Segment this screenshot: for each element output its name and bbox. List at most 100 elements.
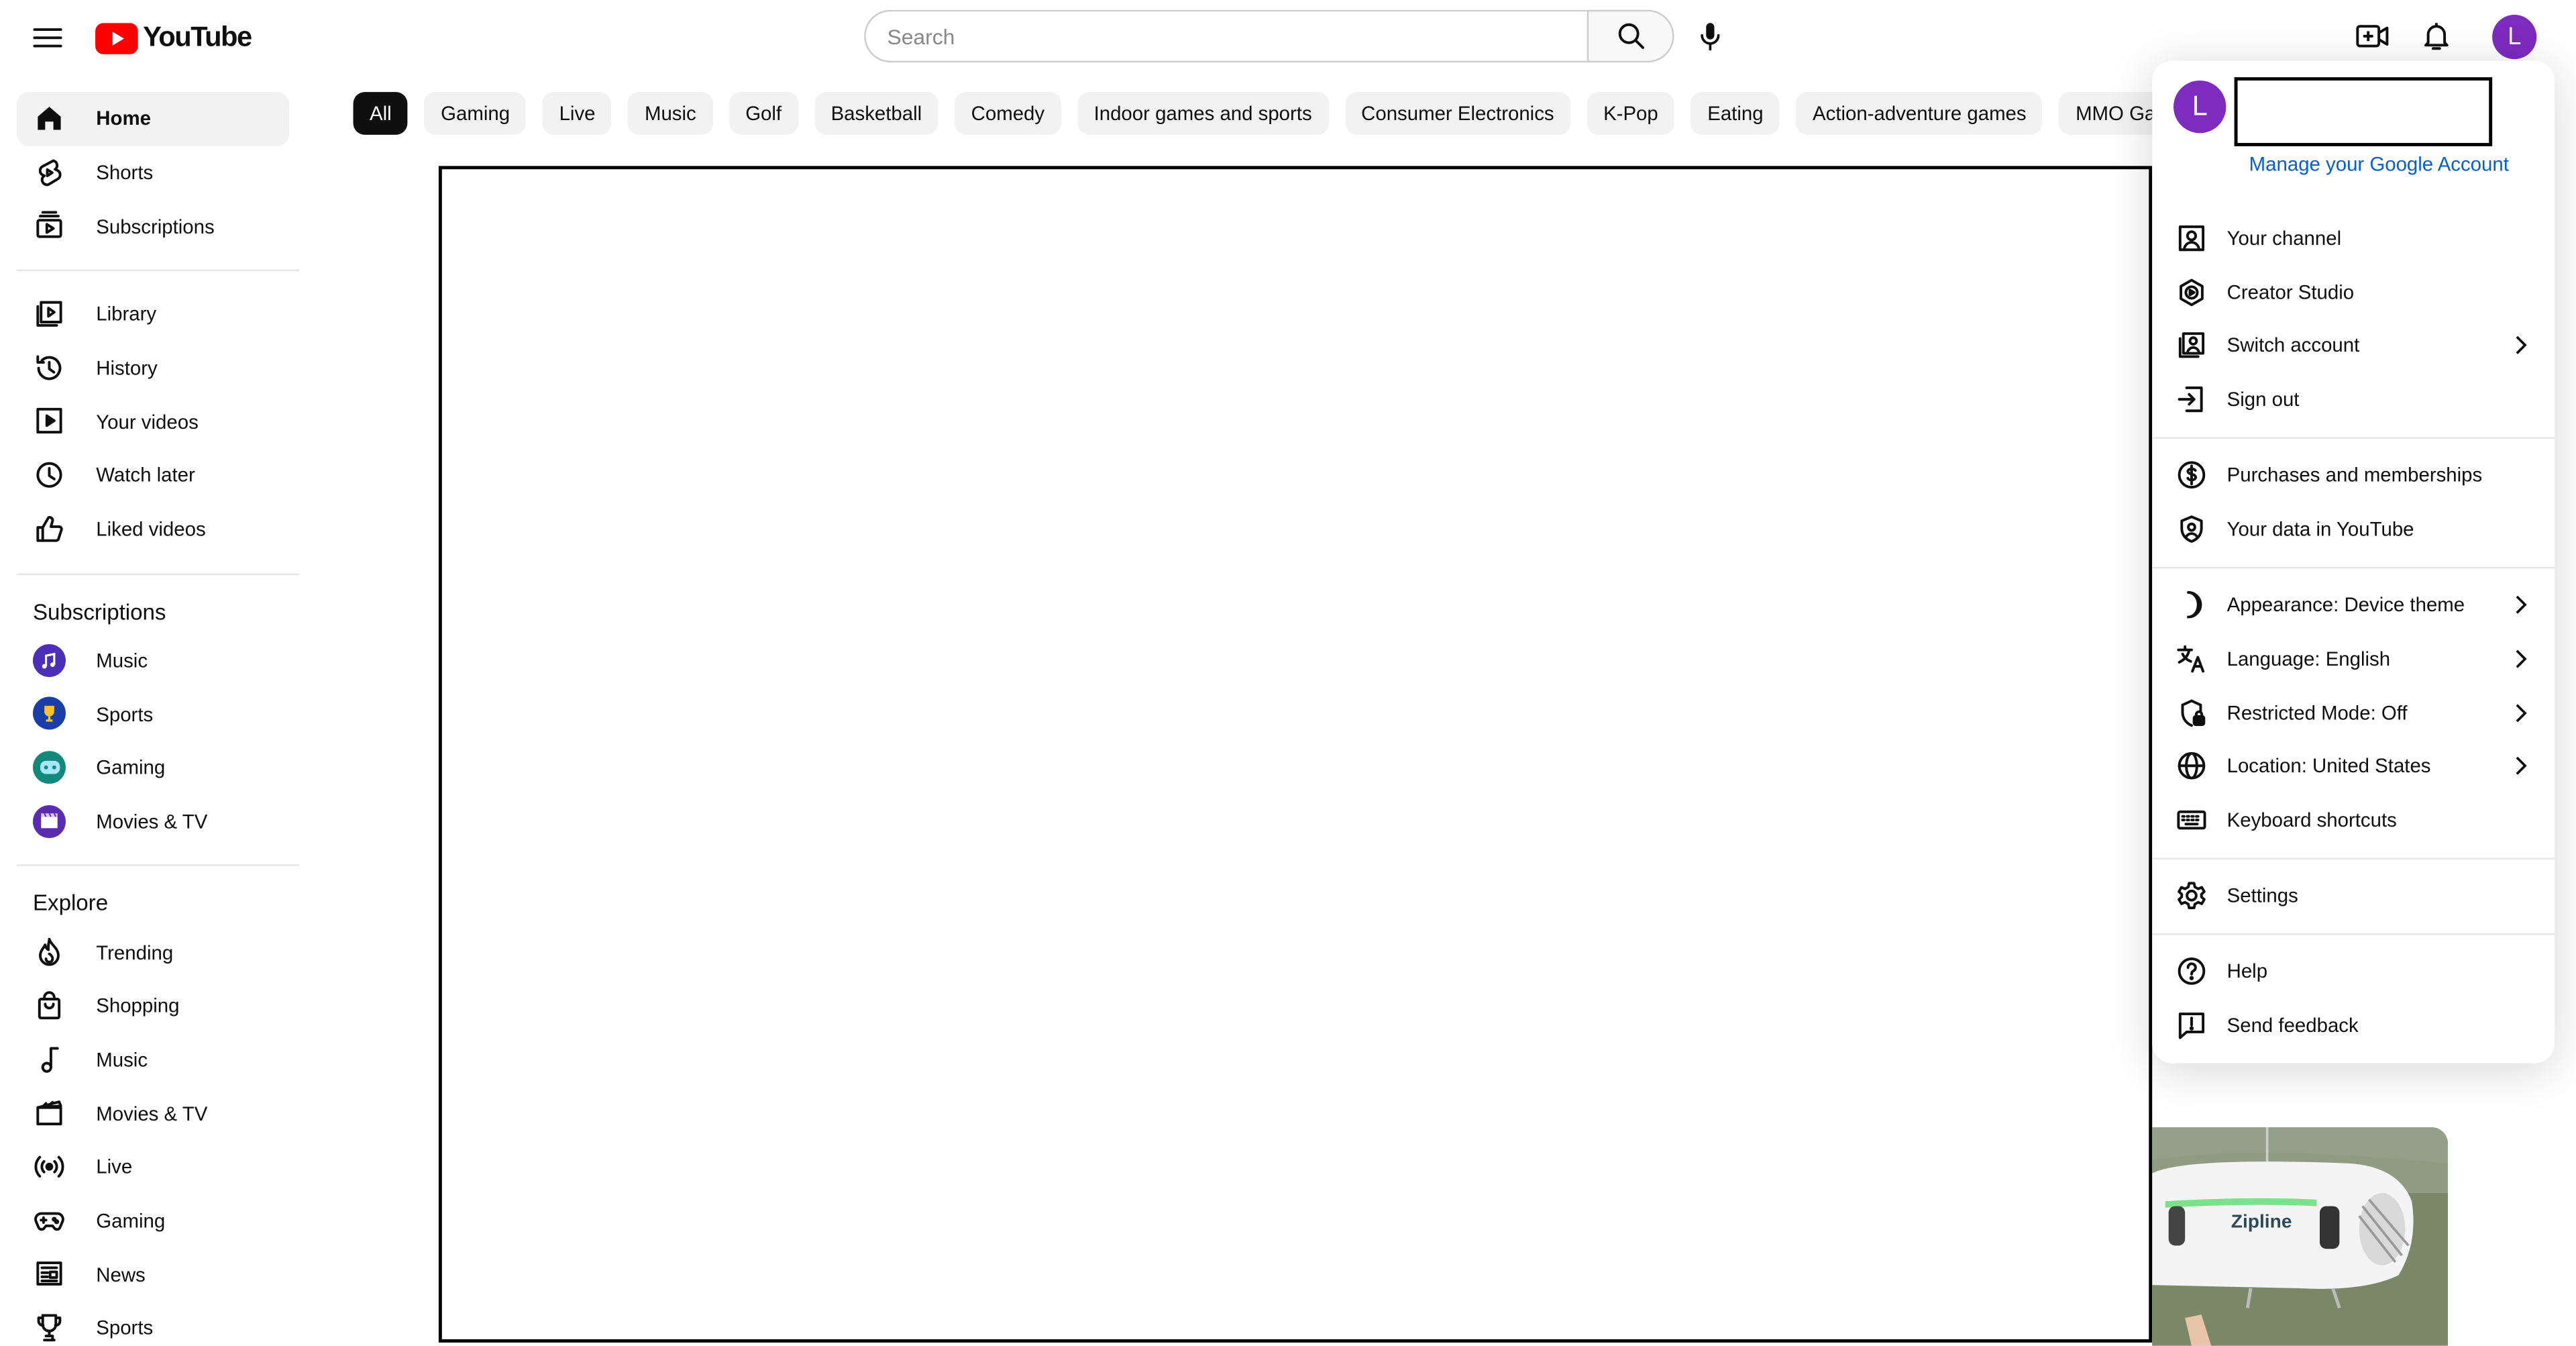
sidebar-item-label: Sports bbox=[96, 1316, 154, 1340]
sidebar-item-your-videos[interactable]: Your videos bbox=[16, 395, 289, 449]
chevron-right-icon bbox=[2516, 756, 2527, 775]
sidebar-item-channel-sports[interactable]: Sports bbox=[16, 687, 289, 741]
menu-item-purchases-and-memberships[interactable]: Purchases and memberships bbox=[2152, 449, 2555, 503]
sidebar-item-live[interactable]: Live bbox=[16, 1141, 289, 1194]
creator-studio-icon bbox=[2175, 276, 2208, 309]
chip-live[interactable]: Live bbox=[543, 92, 612, 135]
video-thumbnail[interactable]: Zipline bbox=[2152, 1127, 2449, 1346]
create-button[interactable] bbox=[2354, 19, 2390, 52]
chevron-right-icon bbox=[2516, 595, 2527, 614]
appearance-icon bbox=[2175, 588, 2208, 621]
chip-basketball[interactable]: Basketball bbox=[814, 92, 938, 135]
menu-item-label: Location: United States bbox=[2226, 754, 2431, 778]
menu-item-keyboard-shortcuts[interactable]: Keyboard shortcuts bbox=[2152, 794, 2555, 847]
chip-comedy[interactable]: Comedy bbox=[955, 92, 1061, 135]
sidebar: Home Shorts Subscriptions Library Histor… bbox=[0, 92, 312, 1346]
sidebar-item-music[interactable]: Music bbox=[16, 1033, 289, 1087]
sidebar-item-trending[interactable]: Trending bbox=[16, 925, 289, 979]
search-input[interactable] bbox=[865, 11, 1587, 61]
menu-item-sign-out[interactable]: Sign out bbox=[2152, 373, 2555, 427]
menu-item-appearance[interactable]: Appearance: Device theme bbox=[2152, 578, 2555, 632]
menu-item-restricted-mode[interactable]: Restricted Mode: Off bbox=[2152, 687, 2555, 741]
sidebar-item-label: Live bbox=[96, 1155, 133, 1179]
menu-item-settings[interactable]: Settings bbox=[2152, 870, 2555, 923]
youtube-logo[interactable]: YouTube bbox=[95, 21, 252, 54]
chip-indoor-games-and-sports[interactable]: Indoor games and sports bbox=[1077, 92, 1329, 135]
sidebar-item-channel-movies-tv[interactable]: Movies & TV bbox=[16, 794, 289, 848]
youtube-page: YouTube L Home Shorts Subscripti bbox=[0, 0, 2576, 1346]
sidebar-item-gaming[interactable]: Gaming bbox=[16, 1194, 289, 1248]
chevron-right-icon bbox=[2516, 335, 2527, 354]
sidebar-item-subscriptions[interactable]: Subscriptions bbox=[16, 199, 289, 253]
sports-icon bbox=[33, 1311, 66, 1344]
chip-all[interactable]: All bbox=[353, 92, 409, 135]
menu-item-your-data-in-youtube[interactable]: Your data in YouTube bbox=[2152, 503, 2555, 556]
switch-account-icon bbox=[2175, 329, 2208, 362]
chip-eating[interactable]: Eating bbox=[1690, 92, 1780, 135]
sidebar-item-watch-later[interactable]: Watch later bbox=[16, 449, 289, 503]
sidebar-item-channel-gaming[interactable]: Gaming bbox=[16, 741, 289, 794]
menu-item-switch-account[interactable]: Switch account bbox=[2152, 319, 2555, 372]
menu-divider bbox=[2152, 858, 2555, 860]
notifications-button[interactable] bbox=[2420, 19, 2453, 52]
sidebar-item-shorts[interactable]: Shorts bbox=[16, 146, 289, 199]
sidebar-divider bbox=[16, 572, 299, 574]
sidebar-item-label: Trending bbox=[96, 941, 174, 964]
sidebar-item-shopping[interactable]: Shopping bbox=[16, 979, 289, 1033]
menu-item-language[interactable]: Language: English bbox=[2152, 633, 2555, 686]
shorts-icon bbox=[33, 156, 66, 189]
category-chips-bar: All Gaming Live Music Golf Basketball Co… bbox=[353, 92, 2200, 135]
sidebar-item-news[interactable]: News bbox=[16, 1248, 289, 1302]
menu-item-location[interactable]: Location: United States bbox=[2152, 739, 2555, 793]
your-channel-icon bbox=[2175, 222, 2208, 255]
menu-item-send-feedback[interactable]: Send feedback bbox=[2152, 999, 2555, 1053]
chip-golf[interactable]: Golf bbox=[729, 92, 798, 135]
menu-item-label: Appearance: Device theme bbox=[2226, 593, 2465, 617]
sidebar-item-library[interactable]: Library bbox=[16, 288, 289, 342]
chip-consumer-electronics[interactable]: Consumer Electronics bbox=[1344, 92, 1571, 135]
subscriptions-icon bbox=[33, 209, 66, 242]
subscriptions-section-title: Subscriptions bbox=[32, 599, 166, 624]
menu-item-help[interactable]: Help bbox=[2152, 945, 2555, 998]
chip-gaming[interactable]: Gaming bbox=[424, 92, 527, 135]
library-icon bbox=[33, 297, 66, 330]
youtube-play-logo-icon bbox=[95, 22, 138, 54]
chip-music[interactable]: Music bbox=[628, 92, 713, 135]
music-channel-icon bbox=[32, 643, 66, 676]
gaming-channel-icon bbox=[32, 750, 66, 784]
sidebar-item-label: Liked videos bbox=[96, 517, 206, 541]
chip-k-pop[interactable]: K-Pop bbox=[1587, 92, 1675, 135]
sidebar-item-movies-tv[interactable]: Movies & TV bbox=[16, 1087, 289, 1141]
sidebar-item-label: Gaming bbox=[96, 1209, 166, 1233]
sidebar-item-liked-videos[interactable]: Liked videos bbox=[16, 503, 289, 556]
voice-search-button[interactable] bbox=[1692, 18, 1728, 54]
search-button[interactable] bbox=[1587, 9, 1674, 63]
purchases-icon bbox=[2175, 458, 2208, 491]
logo-text: YouTube bbox=[143, 21, 252, 53]
search-box bbox=[864, 9, 1587, 63]
sidebar-item-label: Subscriptions bbox=[96, 215, 215, 238]
manage-google-account-link[interactable]: Manage your Google Account bbox=[2249, 153, 2509, 176]
sidebar-item-label: Music bbox=[96, 1048, 148, 1072]
account-avatar-button[interactable]: L bbox=[2492, 15, 2537, 60]
movies-icon bbox=[33, 1096, 66, 1129]
menu-icon[interactable] bbox=[30, 21, 66, 54]
sidebar-item-channel-music[interactable]: Music bbox=[16, 633, 289, 687]
sidebar-item-label: Shopping bbox=[96, 994, 180, 1018]
history-icon bbox=[33, 351, 66, 384]
redacted-content-area bbox=[438, 166, 2153, 1343]
redacted-account-name bbox=[2234, 77, 2493, 146]
sidebar-item-home[interactable]: Home bbox=[16, 92, 290, 146]
menu-item-your-channel[interactable]: Your channel bbox=[2152, 212, 2555, 266]
keyboard-icon bbox=[2175, 804, 2208, 837]
menu-item-label: Send feedback bbox=[2226, 1014, 2359, 1037]
chip-action-adventure-games[interactable]: Action-adventure games bbox=[1796, 92, 2043, 135]
sidebar-item-history[interactable]: History bbox=[16, 342, 289, 395]
menu-item-creator-studio[interactable]: Creator Studio bbox=[2152, 266, 2555, 320]
help-icon bbox=[2175, 955, 2208, 988]
explore-section-title: Explore bbox=[32, 890, 109, 916]
language-icon bbox=[2175, 643, 2208, 676]
bell-icon bbox=[2424, 23, 2449, 50]
sidebar-item-sports[interactable]: Sports bbox=[16, 1302, 289, 1346]
sidebar-item-label: Movies & TV bbox=[96, 1102, 208, 1125]
